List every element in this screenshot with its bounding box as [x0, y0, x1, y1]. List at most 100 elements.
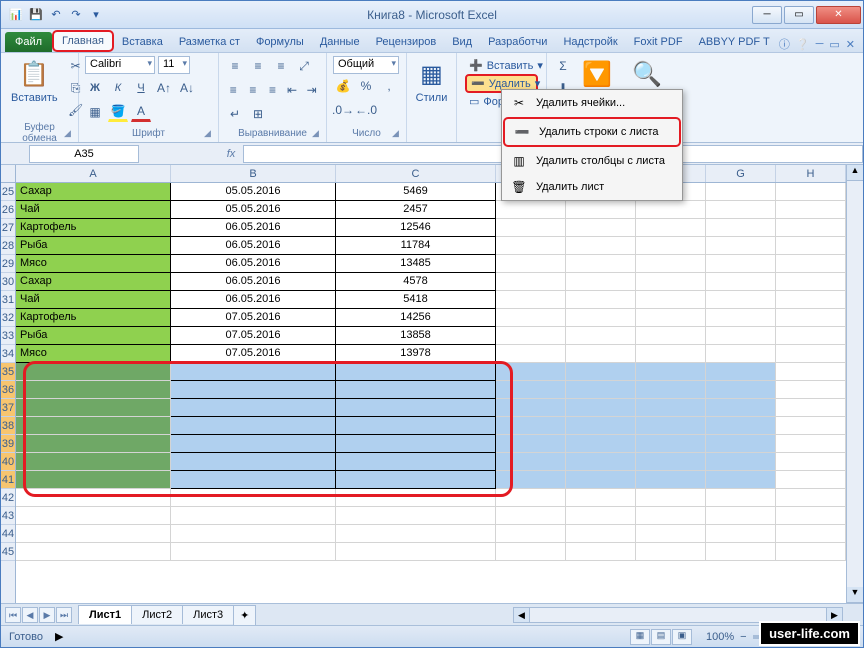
- help-icon[interactable]: ❔: [796, 38, 810, 51]
- row-header[interactable]: 37: [1, 399, 15, 417]
- cell[interactable]: Мясо: [16, 255, 171, 273]
- cell[interactable]: [566, 525, 636, 543]
- styles-button[interactable]: ▦ Стили: [413, 56, 450, 106]
- cell[interactable]: [636, 525, 706, 543]
- cell[interactable]: 13485: [336, 255, 496, 273]
- cell[interactable]: [336, 543, 496, 561]
- cell[interactable]: [706, 399, 776, 417]
- cell[interactable]: [496, 453, 566, 471]
- cell[interactable]: 05.05.2016: [171, 183, 336, 201]
- row-header[interactable]: 32: [1, 309, 15, 327]
- scroll-down-icon[interactable]: ▼: [847, 587, 863, 603]
- border-icon[interactable]: ▦: [85, 102, 105, 122]
- cell[interactable]: [776, 399, 846, 417]
- col-header-h[interactable]: H: [776, 165, 846, 182]
- cell[interactable]: [496, 363, 566, 381]
- view-normal-icon[interactable]: ▦: [630, 629, 650, 645]
- cell[interactable]: [706, 417, 776, 435]
- cell[interactable]: [16, 525, 171, 543]
- cell[interactable]: [706, 237, 776, 255]
- tab-nav-last-icon[interactable]: ⏭: [56, 607, 72, 623]
- cell[interactable]: [496, 327, 566, 345]
- cell[interactable]: Картофель: [16, 219, 171, 237]
- cell[interactable]: [496, 255, 566, 273]
- font-name-combo[interactable]: Calibri: [85, 56, 155, 74]
- scroll-right-icon[interactable]: ▶: [826, 608, 842, 622]
- tab-developer[interactable]: Разработчи: [480, 32, 555, 52]
- cell[interactable]: 13858: [336, 327, 496, 345]
- cell[interactable]: [776, 471, 846, 489]
- cell[interactable]: [566, 291, 636, 309]
- cell[interactable]: [496, 543, 566, 561]
- cell[interactable]: [636, 543, 706, 561]
- cell[interactable]: [636, 399, 706, 417]
- col-header-c[interactable]: C: [336, 165, 496, 182]
- cell[interactable]: Картофель: [16, 309, 171, 327]
- cell[interactable]: [706, 525, 776, 543]
- cell[interactable]: [706, 489, 776, 507]
- inc-decimal-icon[interactable]: .0→: [333, 100, 353, 120]
- cell[interactable]: [776, 327, 846, 345]
- row-header[interactable]: 25: [1, 183, 15, 201]
- cell[interactable]: [636, 273, 706, 291]
- cell[interactable]: [496, 237, 566, 255]
- cell[interactable]: [636, 453, 706, 471]
- currency-icon[interactable]: 💰: [333, 76, 353, 96]
- cell[interactable]: [16, 453, 171, 471]
- cell[interactable]: [16, 489, 171, 507]
- cell[interactable]: [566, 507, 636, 525]
- cell[interactable]: [776, 435, 846, 453]
- align-right-icon[interactable]: ≡: [264, 80, 281, 100]
- underline-icon[interactable]: Ч: [131, 78, 151, 98]
- align-top-icon[interactable]: ≡: [225, 56, 245, 76]
- cell[interactable]: [496, 291, 566, 309]
- cell[interactable]: [636, 471, 706, 489]
- cell[interactable]: [336, 363, 496, 381]
- row-header[interactable]: 44: [1, 525, 15, 543]
- cell[interactable]: [336, 489, 496, 507]
- align-mid-icon[interactable]: ≡: [248, 56, 268, 76]
- excel-icon[interactable]: 📊: [7, 6, 25, 24]
- close-button[interactable]: ✕: [816, 6, 861, 24]
- cell[interactable]: [496, 309, 566, 327]
- indent-inc-icon[interactable]: ⇥: [303, 80, 320, 100]
- cell[interactable]: [566, 381, 636, 399]
- cell[interactable]: 13978: [336, 345, 496, 363]
- row-header[interactable]: 41: [1, 471, 15, 489]
- cell[interactable]: [706, 345, 776, 363]
- cell[interactable]: [496, 273, 566, 291]
- increase-font-icon[interactable]: A↑: [154, 78, 174, 98]
- cell[interactable]: [636, 507, 706, 525]
- cell[interactable]: [16, 399, 171, 417]
- cell[interactable]: [496, 489, 566, 507]
- cell[interactable]: 06.05.2016: [171, 219, 336, 237]
- tab-view[interactable]: Вид: [444, 32, 480, 52]
- cell[interactable]: [636, 201, 706, 219]
- cell[interactable]: [496, 399, 566, 417]
- cell[interactable]: [636, 309, 706, 327]
- cell[interactable]: [566, 327, 636, 345]
- cell[interactable]: [566, 201, 636, 219]
- cell[interactable]: [171, 399, 336, 417]
- row-header[interactable]: 31: [1, 291, 15, 309]
- qat-more-icon[interactable]: ▾: [87, 6, 105, 24]
- undo-icon[interactable]: ↶: [47, 6, 65, 24]
- cell[interactable]: [706, 273, 776, 291]
- cell[interactable]: Сахар: [16, 273, 171, 291]
- sheet-tab-3[interactable]: Лист3: [182, 605, 234, 624]
- cell[interactable]: [776, 273, 846, 291]
- cell[interactable]: [636, 327, 706, 345]
- cell[interactable]: [566, 453, 636, 471]
- cell[interactable]: [636, 381, 706, 399]
- cell[interactable]: [706, 291, 776, 309]
- cell[interactable]: [636, 435, 706, 453]
- doc-restore-icon[interactable]: ▭: [829, 38, 839, 51]
- row-header[interactable]: 40: [1, 453, 15, 471]
- tab-formulas[interactable]: Формулы: [248, 32, 312, 52]
- cell[interactable]: [706, 327, 776, 345]
- cell[interactable]: [706, 201, 776, 219]
- cell[interactable]: [336, 399, 496, 417]
- cell[interactable]: [566, 219, 636, 237]
- row-header[interactable]: 35: [1, 363, 15, 381]
- col-header-b[interactable]: B: [171, 165, 336, 182]
